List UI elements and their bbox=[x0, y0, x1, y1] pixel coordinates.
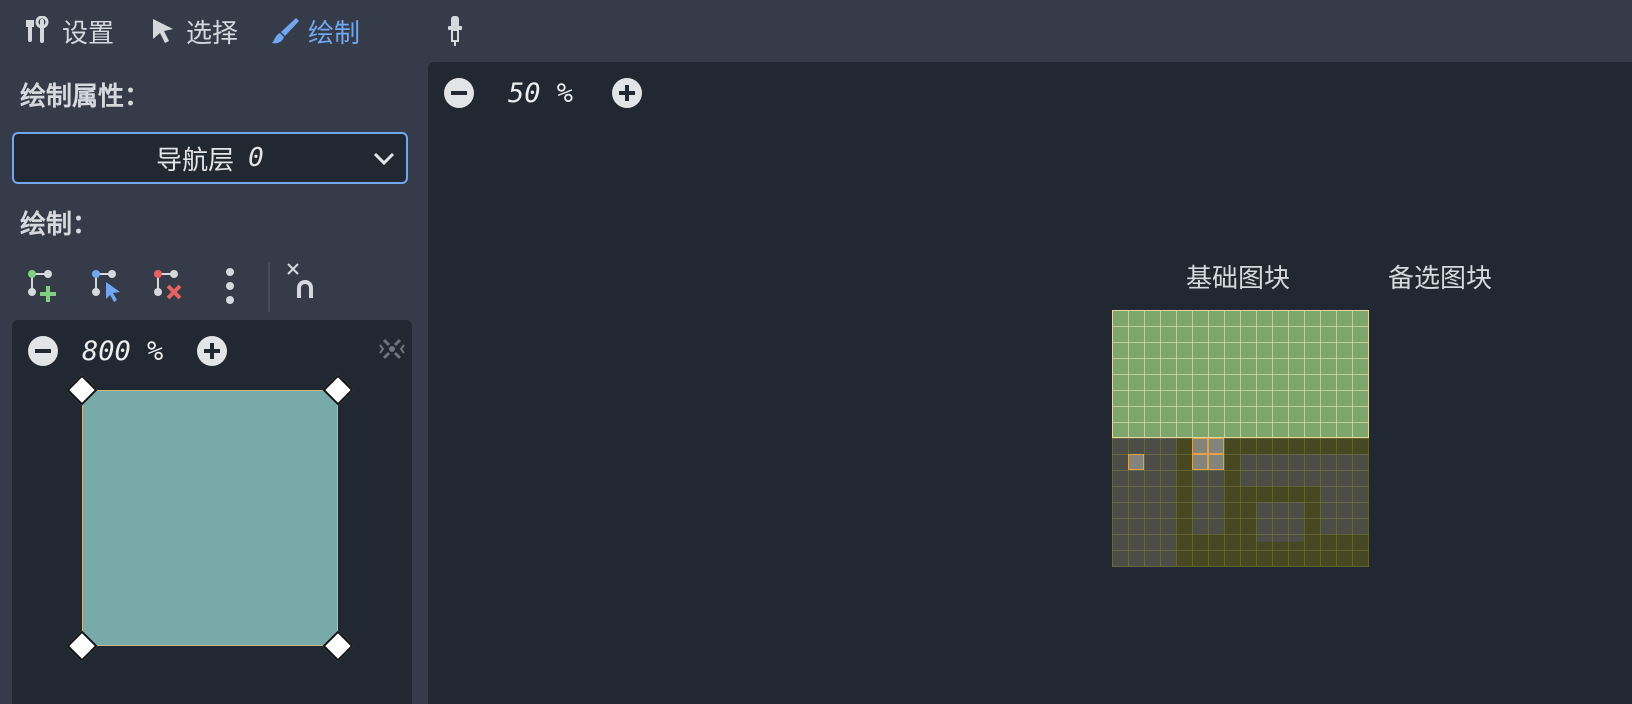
chevron-down-icon bbox=[373, 152, 395, 166]
top-toolbar: 设置 选择 绘制 bbox=[0, 0, 1632, 62]
tool-separator bbox=[268, 262, 270, 312]
tools-icon bbox=[26, 16, 49, 43]
atlas-view[interactable]: 50 % bbox=[428, 62, 1632, 704]
center-view-icon[interactable] bbox=[378, 335, 406, 363]
snap-button[interactable] bbox=[286, 262, 330, 310]
atlas-grid bbox=[1112, 310, 1369, 438]
more-options-button[interactable] bbox=[208, 262, 252, 310]
tab-base-tiles[interactable]: 基础图块 bbox=[1186, 258, 1290, 295]
more-options-icon bbox=[226, 268, 234, 304]
layer-select-value: 0 bbox=[248, 143, 264, 173]
layer-select-label: 导航层 bbox=[156, 145, 235, 176]
tile-atlas[interactable] bbox=[1112, 310, 1369, 567]
tile-preview bbox=[82, 390, 338, 646]
selected-tile[interactable] bbox=[1128, 454, 1144, 470]
atlas-zoom-out-button[interactable] bbox=[444, 78, 474, 108]
paint-tools bbox=[20, 262, 420, 312]
selected-tile[interactable] bbox=[1192, 454, 1208, 470]
tab-select[interactable]: 选择 bbox=[148, 14, 239, 49]
tab-settings[interactable]: 设置 bbox=[24, 14, 115, 49]
selected-tile[interactable] bbox=[1208, 454, 1224, 470]
atlas-grid bbox=[1112, 438, 1369, 567]
zoom-out-button[interactable] bbox=[28, 336, 58, 366]
paint-label: 绘制： bbox=[20, 210, 99, 240]
tab-paint[interactable]: 绘制 bbox=[270, 14, 361, 49]
tab-select-label: 选择 bbox=[186, 18, 239, 49]
paint-properties-label: 绘制属性： bbox=[20, 82, 151, 112]
delete-polygon-icon bbox=[154, 270, 182, 300]
tab-settings-label: 设置 bbox=[62, 18, 115, 49]
tab-paint-label: 绘制 bbox=[308, 18, 361, 49]
add-polygon-button[interactable] bbox=[20, 262, 64, 310]
atlas-zoom-level: 50 % bbox=[508, 78, 574, 109]
paint-brush-icon bbox=[272, 18, 299, 44]
atlas-zoom-in-button[interactable] bbox=[612, 78, 642, 108]
snap-icon bbox=[287, 263, 313, 298]
select-polygon-button[interactable] bbox=[84, 262, 128, 310]
tile-editor[interactable]: 800 % bbox=[12, 320, 412, 704]
delete-polygon-button[interactable] bbox=[146, 262, 190, 310]
tab-alternative-tiles[interactable]: 备选图块 bbox=[1388, 258, 1492, 295]
layer-select[interactable]: 导航层 0 bbox=[12, 132, 408, 184]
add-polygon-icon bbox=[28, 270, 56, 302]
tile-zoom-level: 800 % bbox=[82, 336, 164, 367]
cursor-arrow-icon bbox=[153, 19, 173, 43]
eyedropper-icon[interactable] bbox=[444, 14, 466, 48]
selected-tile[interactable] bbox=[1208, 438, 1224, 454]
select-polygon-icon bbox=[92, 270, 120, 302]
zoom-in-button[interactable] bbox=[197, 336, 227, 366]
selected-tile[interactable] bbox=[1192, 438, 1208, 454]
